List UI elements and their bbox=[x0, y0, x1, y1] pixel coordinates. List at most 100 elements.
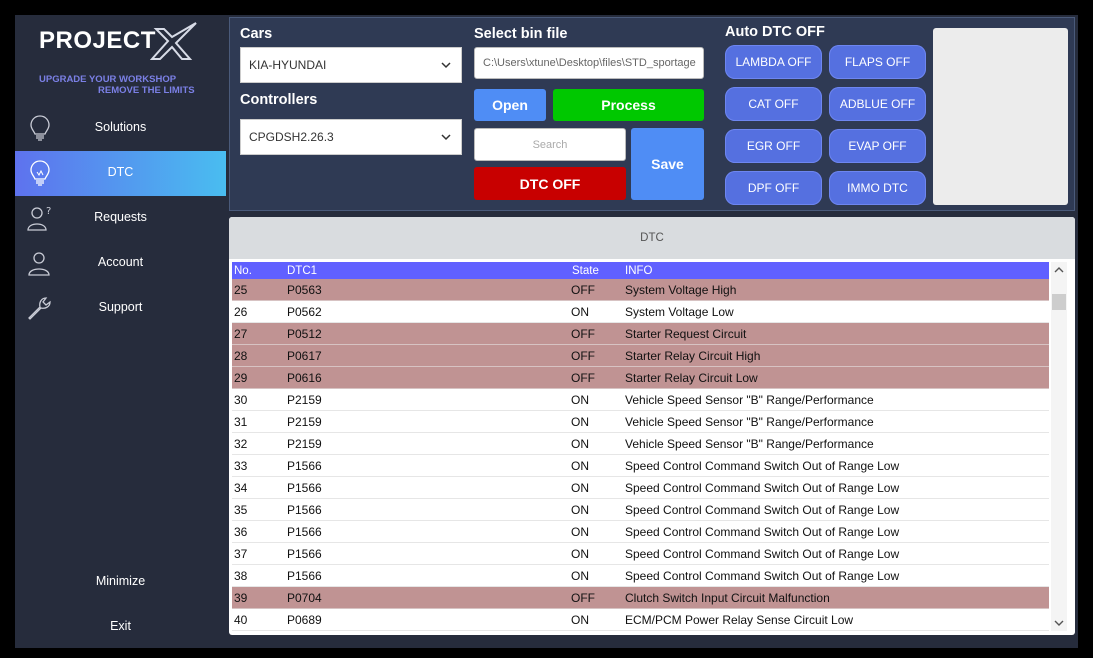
cell-state: OFF bbox=[571, 370, 595, 385]
cell-dtc: P0562 bbox=[287, 304, 322, 319]
bin-path-field[interactable]: C:\Users\xtune\Desktop\files\STD_sportag… bbox=[474, 47, 704, 79]
table-row[interactable]: 38 P1566 ON Speed Control Command Switch Ou… bbox=[232, 565, 1049, 587]
cell-dtc: P0689 bbox=[287, 612, 322, 627]
cell-info: Vehicle Speed Sensor "B" Range/Performan… bbox=[625, 436, 874, 451]
cell-info: Speed Control Command Switch Out of Rang… bbox=[625, 480, 900, 495]
dtc-panel-title: DTC bbox=[229, 217, 1075, 259]
evap-off-button[interactable]: EVAP OFF bbox=[829, 129, 926, 163]
immo-dtc-button[interactable]: IMMO DTC bbox=[829, 171, 926, 205]
table-body: 25 P0563 OFF System Voltage High 26 P0562 ON Sy… bbox=[232, 279, 1049, 631]
table-row[interactable]: 30 P2159 ON Vehicle Speed Sensor "B" Range/… bbox=[232, 389, 1049, 411]
cell-no: 27 bbox=[234, 326, 248, 341]
table-row[interactable]: 34 P1566 ON Speed Control Command Switch Ou… bbox=[232, 477, 1049, 499]
cell-no: 35 bbox=[234, 502, 248, 517]
table-row[interactable]: 33 P1566 ON Speed Control Command Switch Ou… bbox=[232, 455, 1049, 477]
chevron-down-icon bbox=[441, 134, 451, 141]
table-row[interactable]: 37 P1566 ON Speed Control Command Switch Ou… bbox=[232, 543, 1049, 565]
cell-state: ON bbox=[571, 612, 589, 627]
dpf-off-button[interactable]: DPF OFF bbox=[725, 171, 822, 205]
table-row[interactable]: 26 P0562 ON System Voltage Low bbox=[232, 301, 1049, 323]
sidebar: PROJECT UPGRADE YOUR WORKSHOP REMOVE THE… bbox=[15, 15, 226, 648]
open-button[interactable]: Open bbox=[474, 89, 546, 121]
minimize-button[interactable]: Minimize bbox=[15, 574, 226, 588]
cell-dtc: P0704 bbox=[287, 590, 322, 605]
sidebar-item-label: Account bbox=[97, 255, 144, 269]
cell-info: Speed Control Command Switch Out of Rang… bbox=[625, 458, 900, 473]
cell-dtc: P1566 bbox=[287, 524, 322, 539]
cell-dtc: P1566 bbox=[287, 480, 322, 495]
cars-label: Cars bbox=[240, 26, 273, 42]
logo-x-icon bbox=[150, 22, 197, 60]
exit-button[interactable]: Exit bbox=[15, 619, 226, 633]
scroll-up-icon[interactable] bbox=[1054, 266, 1064, 274]
cell-no: 30 bbox=[234, 392, 248, 407]
table-row[interactable]: 36 P1566 ON Speed Control Command Switch Ou… bbox=[232, 521, 1049, 543]
table-row[interactable]: 39 P0704 OFF Clutch Switch Input Circuit Ma… bbox=[232, 587, 1049, 609]
vertical-scrollbar[interactable] bbox=[1051, 262, 1067, 631]
cell-no: 26 bbox=[234, 304, 248, 319]
cell-no: 25 bbox=[234, 282, 248, 297]
chevron-down-icon bbox=[441, 62, 451, 69]
cell-state: ON bbox=[571, 392, 589, 407]
cell-info: Clutch Switch Input Circuit Malfunction bbox=[625, 590, 830, 605]
cars-select[interactable]: KIA-HYUNDAI bbox=[240, 47, 462, 83]
table-row[interactable]: 25 P0563 OFF System Voltage High bbox=[232, 279, 1049, 301]
search-input[interactable]: Search bbox=[474, 128, 626, 161]
egr-off-button[interactable]: EGR OFF bbox=[725, 129, 822, 163]
sidebar-item-support[interactable]: Support bbox=[15, 286, 226, 331]
cell-dtc: P1566 bbox=[287, 502, 322, 517]
logo-text: PROJECT bbox=[39, 27, 156, 54]
scroll-down-icon[interactable] bbox=[1054, 619, 1064, 627]
cell-no: 37 bbox=[234, 546, 248, 561]
cell-state: OFF bbox=[571, 348, 595, 363]
cell-no: 40 bbox=[234, 612, 248, 627]
dtc-panel: DTC No. DTC1 State INFO 25 P0563 OFF System… bbox=[229, 217, 1075, 635]
cell-no: 31 bbox=[234, 414, 248, 429]
cell-dtc: P0616 bbox=[287, 370, 322, 385]
cat-off-button[interactable]: CAT OFF bbox=[725, 87, 822, 121]
cell-state: ON bbox=[571, 480, 589, 495]
table-row[interactable]: 28 P0617 OFF Starter Relay Circuit High bbox=[232, 345, 1049, 367]
cell-info: System Voltage Low bbox=[625, 304, 734, 319]
sidebar-item-requests[interactable]: ? Requests bbox=[15, 196, 226, 241]
cell-info: Speed Control Command Switch Out of Rang… bbox=[625, 524, 900, 539]
cell-state: ON bbox=[571, 524, 589, 539]
tagline-line1: UPGRADE YOUR WORKSHOP bbox=[39, 74, 177, 85]
dtc-off-button[interactable]: DTC OFF bbox=[474, 167, 626, 200]
save-button[interactable]: Save bbox=[631, 128, 704, 200]
adblue-off-button[interactable]: ADBLUE OFF bbox=[829, 87, 926, 121]
cell-dtc: P1566 bbox=[287, 546, 322, 561]
cell-no: 34 bbox=[234, 480, 248, 495]
cell-info: ECM/PCM Power Relay Sense Circuit Low bbox=[625, 612, 854, 627]
column-header-no: No. bbox=[234, 264, 252, 277]
flaps-off-button[interactable]: FLAPS OFF bbox=[829, 45, 926, 79]
table-row[interactable]: 40 P0689 ON ECM/PCM Power Relay Sense Circu… bbox=[232, 609, 1049, 631]
app-window: PROJECT UPGRADE YOUR WORKSHOP REMOVE THE… bbox=[15, 15, 1078, 648]
process-button[interactable]: Process bbox=[553, 89, 704, 121]
bin-file-label: Select bin file bbox=[474, 26, 568, 42]
dtc-table: No. DTC1 State INFO 25 P0563 OFF System Vol… bbox=[232, 262, 1049, 631]
table-row[interactable]: 35 P1566 ON Speed Control Command Switch Ou… bbox=[232, 499, 1049, 521]
sidebar-item-dtc[interactable]: DTC bbox=[15, 151, 226, 196]
cell-dtc: P1566 bbox=[287, 568, 322, 583]
cell-state: ON bbox=[571, 414, 589, 429]
column-header-info: INFO bbox=[625, 264, 653, 277]
table-row[interactable]: 27 P0512 OFF Starter Request Circuit bbox=[232, 323, 1049, 345]
cell-state: ON bbox=[571, 502, 589, 517]
cell-dtc: P2159 bbox=[287, 392, 322, 407]
table-row[interactable]: 32 P2159 ON Vehicle Speed Sensor "B" Range/… bbox=[232, 433, 1049, 455]
lambda-off-button[interactable]: LAMBDA OFF bbox=[725, 45, 822, 79]
table-row[interactable]: 31 P2159 ON Vehicle Speed Sensor "B" Range/… bbox=[232, 411, 1049, 433]
controllers-label: Controllers bbox=[240, 92, 318, 108]
column-header-state: State bbox=[572, 264, 599, 277]
sidebar-item-account[interactable]: Account bbox=[15, 241, 226, 286]
cell-state: ON bbox=[571, 546, 589, 561]
controllers-select-value: CPGDSH2.26.3 bbox=[249, 130, 334, 144]
scroll-thumb[interactable] bbox=[1052, 294, 1066, 310]
cell-no: 36 bbox=[234, 524, 248, 539]
cell-info: Starter Request Circuit bbox=[625, 326, 747, 341]
sidebar-item-solutions[interactable]: Solutions bbox=[15, 106, 226, 151]
table-row[interactable]: 29 P0616 OFF Starter Relay Circuit Low bbox=[232, 367, 1049, 389]
controllers-select[interactable]: CPGDSH2.26.3 bbox=[240, 119, 462, 155]
cell-no: 28 bbox=[234, 348, 248, 363]
